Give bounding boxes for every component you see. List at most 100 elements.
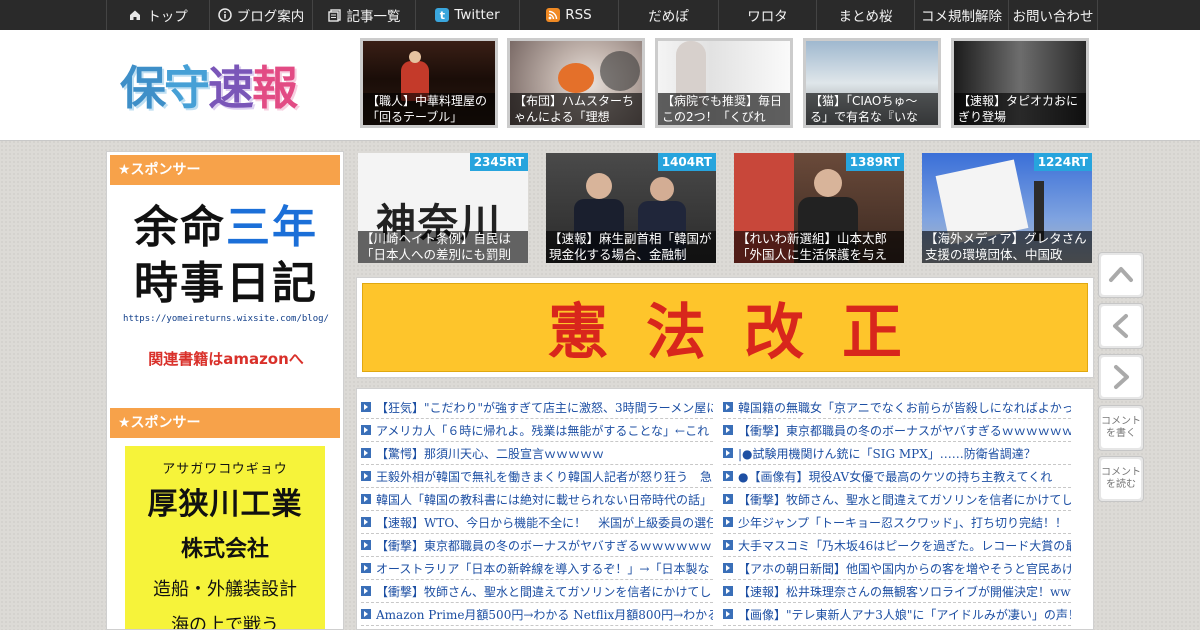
article-link[interactable]: 【衝撃】牧師さん、聖水と間違えてガソリンを信者にかけてし: [738, 491, 1071, 508]
write-comment-button[interactable]: コメントを書く: [1098, 405, 1144, 451]
sponsor-ad-yomei[interactable]: 余命三年 時事日記 https://yomeireturns.wixsite.c…: [117, 200, 335, 380]
header-article-thumb[interactable]: 【病院でも推奨】毎日この2つ！「くびれ: [655, 38, 793, 128]
ad-company-type: 株式会社: [180, 537, 269, 562]
constitution-banner[interactable]: 憲法改正: [356, 277, 1094, 378]
chevron-left-icon: [1101, 306, 1141, 346]
list-item[interactable]: 【驚愕】那須川天心、二股宣言ｗｗｗｗｗ: [361, 442, 713, 465]
article-link[interactable]: 王毅外相が韓国で無礼を働きまくり韓国人記者が怒り狂う 急: [376, 468, 712, 485]
rss-icon: [546, 8, 561, 22]
article-link[interactable]: 【速報】松井珠理奈さんの無観客ソロライブが開催決定！www: [738, 583, 1071, 600]
article-link[interactable]: 【アホの朝日新聞】他国や国内からの客を増やそうと官民あげ: [738, 560, 1071, 577]
list-item[interactable]: 韓国籍の無職女「京アニでなくお前らが皆殺しになればよかっ: [723, 396, 1071, 419]
nav-item-top[interactable]: トップ: [106, 0, 209, 30]
read-comment-label: コメントを読む: [1101, 459, 1141, 499]
list-item[interactable]: オーストラリア「日本の新幹線を導入するぞ！」→「日本製な: [361, 557, 713, 580]
retweet-count-badge: 1224RT: [1033, 153, 1092, 171]
read-comment-button[interactable]: コメントを読む: [1098, 456, 1144, 502]
list-item[interactable]: 少年ジャンプ「トーキョー忍スクワッド」、打ち切り完結！！: [723, 511, 1071, 534]
list-item[interactable]: 【画像】"テレ東新人アナ3人娘"に「アイドルみが凄い」の声！: [723, 603, 1071, 626]
header-article-thumb[interactable]: 【速報】タピオカおにぎり登場: [951, 38, 1089, 128]
header-article-thumb[interactable]: 【猫】「CIAOちゅ〜る」で有名な『いな: [803, 38, 941, 128]
nav-item-article-list[interactable]: 記事一覧: [312, 0, 415, 30]
nav-item-blog-guide[interactable]: ブログ案内: [209, 0, 312, 30]
list-item[interactable]: 【衝撃】牧師さん、聖水と間違えてガソリンを信者にかけてし: [723, 488, 1071, 511]
article-link[interactable]: 【速報】WTO、今日から機能不全に！ 米国が上級委員の選任: [376, 514, 713, 531]
nav-item-matome-sakura[interactable]: まとめ桜: [816, 0, 914, 30]
bullet-arrow-icon: [723, 448, 733, 458]
article-link[interactable]: 【衝撃】牧師さん、聖水と間違えてガソリンを信者にかけてし: [376, 583, 711, 600]
nav-item-rss[interactable]: RSS: [519, 0, 618, 30]
list-item[interactable]: アメリカ人「６時に帰れよ。残業は無能がすることな」←これ: [361, 419, 713, 442]
article-link[interactable]: ●【画像有】現役AV女優で最高のケツの持ち主教えてくれ: [738, 468, 1052, 485]
article-link[interactable]: 【衝撃】東京都職員の冬のボーナスがヤバすぎるｗｗｗｗｗｗ: [738, 422, 1071, 439]
logo-char: 速: [208, 61, 254, 115]
bullet-arrow-icon: [361, 563, 371, 573]
bullet-arrow-icon: [723, 540, 733, 550]
info-icon: [218, 8, 232, 22]
article-link[interactable]: アメリカ人「６時に帰れよ。残業は無能がすることな」←これ: [376, 422, 709, 439]
nav-item-damepo[interactable]: だめぽ: [618, 0, 718, 30]
list-item[interactable]: 【衝撃】東京都職員の冬のボーナスがヤバすぎるｗｗｗｗｗｗ: [361, 534, 713, 557]
article-link[interactable]: オーストラリア「日本の新幹線を導入するぞ！」→「日本製な: [376, 560, 709, 577]
article-caption: 【れいわ新選組】山本太郎「外国人に生活保護を与え: [734, 231, 904, 263]
list-item[interactable]: Amazon Prime月額500円→わかる Netflix月額800円→わかる…: [361, 603, 713, 626]
sponsor-ad-asagawa[interactable]: アサガワコウギョウ 厚狭川工業 株式会社 造船・外艤装設計 海の上で戦う: [125, 446, 325, 630]
list-item[interactable]: 王毅外相が韓国で無礼を働きまくり韓国人記者が怒り狂う 急: [361, 465, 713, 488]
article-link[interactable]: 【画像】"テレ東新人アナ3人娘"に「アイドルみが凄い」の声！: [738, 606, 1071, 623]
next-article-button[interactable]: [1098, 354, 1144, 400]
nav-item-contact[interactable]: お問い合わせ: [1008, 0, 1098, 30]
article-caption: 【速報】麻生副首相「韓国が現金化する場合、金融制: [546, 231, 716, 263]
list-item[interactable]: 【狂気】"こだわり"が強すぎて店主に激怒、3時間ラーメン屋に: [361, 396, 713, 419]
list-item[interactable]: 【速報】松井珠理奈さんの無観客ソロライブが開催決定！www: [723, 580, 1071, 603]
article-link[interactable]: |●試験用機関けん銃に「SIG MPX」……防衛省調達？: [738, 445, 1036, 462]
list-item[interactable]: 【アホの朝日新聞】他国や国内からの客を増やそうと官民あげ: [723, 557, 1071, 580]
article-caption: 【布団】ハムスターちゃんによる「理想: [510, 93, 642, 125]
article-link[interactable]: 【衝撃】東京都職員の冬のボーナスがヤバすぎるｗｗｗｗｗｗ: [376, 537, 712, 554]
header-article-thumb[interactable]: 【布団】ハムスターちゃんによる「理想: [507, 38, 645, 128]
twitter-icon: t: [435, 8, 450, 22]
scroll-top-button[interactable]: [1098, 252, 1144, 298]
write-comment-label: コメントを書く: [1101, 408, 1141, 448]
previous-article-button[interactable]: [1098, 303, 1144, 349]
nav-item-warota[interactable]: ワロタ: [718, 0, 816, 30]
list-item[interactable]: 【速報】WTO、今日から機能不全に！ 米国が上級委員の選任: [361, 511, 713, 534]
site-logo[interactable]: 保 守 速 報: [120, 52, 330, 118]
article-link[interactable]: 【狂気】"こだわり"が強すぎて店主に激怒、3時間ラーメン屋に: [376, 399, 713, 416]
nav-item-comment-unblock[interactable]: コメ規制解除: [914, 0, 1008, 30]
list-item[interactable]: 大手マスコミ「乃木坂46はピークを過ぎた。レコード大賞の最: [723, 534, 1071, 557]
list-icon: [327, 8, 342, 22]
article-link[interactable]: 韓国籍の無職女「京アニでなくお前らが皆殺しになればよかっ: [738, 399, 1071, 416]
article-caption: 【職人】中華料理屋の「回るテーブル」: [363, 93, 495, 125]
chevron-right-icon: [1101, 357, 1141, 397]
article-link[interactable]: 少年ジャンプ「トーキョー忍スクワッド」、打ち切り完結！！: [738, 514, 1067, 531]
ad-amazon-link[interactable]: 関連書籍はamazonへ: [117, 348, 335, 369]
featured-article[interactable]: 1224RT 【海外メディア】グレタさん支援の環境団体、中国政: [922, 153, 1092, 263]
bullet-arrow-icon: [361, 425, 371, 435]
nav-item-twitter[interactable]: t Twitter: [415, 0, 519, 30]
article-link[interactable]: 【驚愕】那須川天心、二股宣言ｗｗｗｗｗ: [376, 445, 604, 462]
sidebar: ★スポンサー 余命三年 時事日記 https://yomeireturns.wi…: [106, 151, 344, 630]
list-item[interactable]: ●【画像有】現役AV女優で最高のケツの持ち主教えてくれ: [723, 465, 1071, 488]
ad-headline-part: 三年: [226, 202, 318, 253]
retweet-count-badge: 1389RT: [845, 153, 904, 171]
ad-description: 造船・外艤装設計: [153, 579, 297, 600]
list-item[interactable]: 韓国人「韓国の教科書には絶対に載せられない日帝時代の話」: [361, 488, 713, 511]
article-link[interactable]: Amazon Prime月額500円→わかる Netflix月額800円→わかる…: [376, 606, 713, 623]
list-item[interactable]: 【衝撃】牧師さん、聖水と間違えてガソリンを信者にかけてし: [361, 580, 713, 603]
ad-tagline: 海の上で戦う: [171, 615, 279, 630]
list-item[interactable]: |●試験用機関けん銃に「SIG MPX」……防衛省調達？: [723, 442, 1071, 465]
bullet-arrow-icon: [361, 448, 371, 458]
bullet-arrow-icon: [723, 586, 733, 596]
article-link[interactable]: 大手マスコミ「乃木坂46はピークを過ぎた。レコード大賞の最: [738, 537, 1071, 554]
bullet-arrow-icon: [361, 494, 371, 504]
featured-article[interactable]: 1389RT 【れいわ新選組】山本太郎「外国人に生活保護を与え: [734, 153, 904, 263]
featured-article[interactable]: 神奈川 2345RT 【川崎ヘイト条例】自民は「日本人への差別にも罰則: [358, 153, 528, 263]
list-item[interactable]: 【衝撃】東京都職員の冬のボーナスがヤバすぎるｗｗｗｗｗｗ: [723, 419, 1071, 442]
article-link[interactable]: 韓国人「韓国の教科書には絶対に載せられない日帝時代の話」: [376, 491, 712, 508]
featured-article[interactable]: 1404RT 【速報】麻生副首相「韓国が現金化する場合、金融制: [546, 153, 716, 263]
retweet-count-badge: 2345RT: [469, 153, 528, 171]
news-list-right: 韓国籍の無職女「京アニでなくお前らが皆殺しになればよかっ 【衝撃】東京都職員の冬…: [723, 396, 1071, 626]
bullet-arrow-icon: [361, 471, 371, 481]
header-article-thumb[interactable]: 【職人】中華料理屋の「回るテーブル」: [360, 38, 498, 128]
banner-text: 憲法改正: [548, 298, 940, 368]
